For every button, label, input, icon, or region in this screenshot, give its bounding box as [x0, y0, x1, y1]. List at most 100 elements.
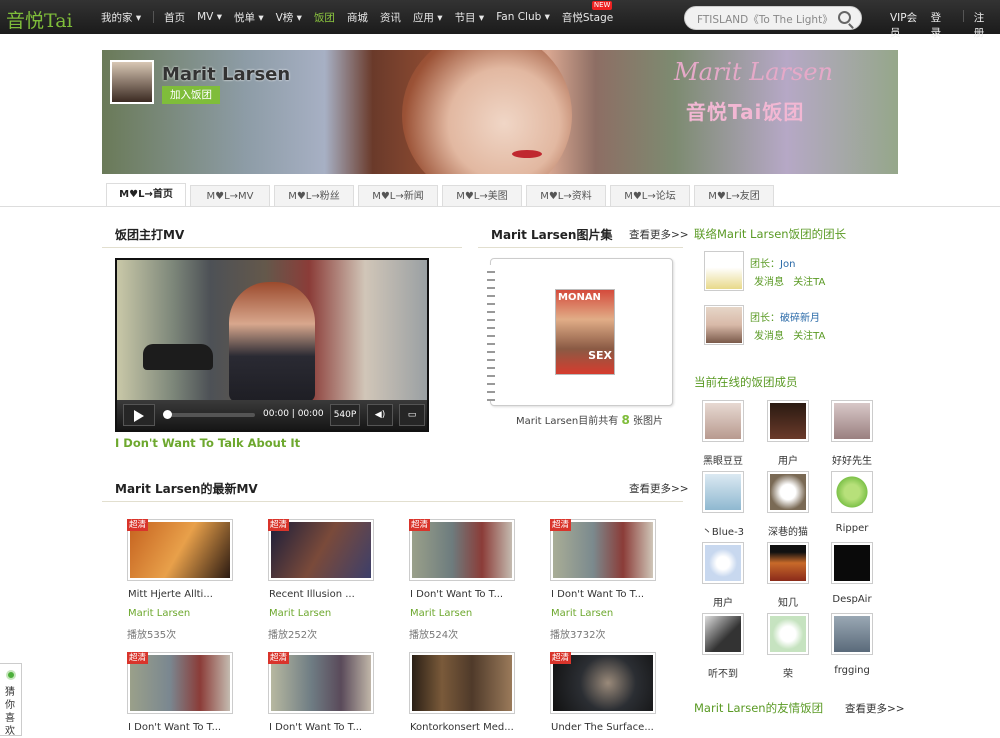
- guess-you-like-tab[interactable]: 猜你喜欢: [0, 663, 22, 737]
- mv-artist[interactable]: Marit Larsen: [269, 608, 331, 619]
- fullscreen-button[interactable]: ▭: [399, 404, 425, 426]
- nav-my-home[interactable]: 我的家 ▾: [101, 10, 141, 25]
- play-button[interactable]: [123, 404, 155, 426]
- member-card[interactable]: 听不到: [693, 613, 753, 680]
- member-avatar[interactable]: [702, 471, 744, 513]
- video-player[interactable]: 00:00 | 00:00 540P ◀) ▭: [115, 258, 429, 432]
- volume-button[interactable]: ◀): [367, 404, 393, 426]
- member-avatar[interactable]: [702, 400, 744, 442]
- nav-vchart[interactable]: V榜 ▾: [276, 10, 302, 25]
- search-box[interactable]: FTISLAND《To The Light》: [684, 6, 862, 30]
- mv-artist[interactable]: Marit Larsen: [410, 608, 472, 619]
- member-name[interactable]: 听不到: [693, 665, 753, 680]
- tab-friends[interactable]: M♥L→友团: [694, 185, 774, 207]
- nav-shows[interactable]: 节目 ▾: [455, 10, 485, 25]
- member-avatar[interactable]: [702, 613, 744, 655]
- member-avatar[interactable]: [831, 471, 873, 513]
- follow-link[interactable]: 关注TA: [793, 331, 825, 342]
- nav-mv[interactable]: MV ▾: [197, 11, 222, 23]
- mv-name[interactable]: Recent Illusion ...: [269, 589, 355, 600]
- mv-name[interactable]: I Don't Want To T...: [128, 722, 221, 733]
- register-link[interactable]: 注册: [974, 10, 992, 40]
- nav-playlist[interactable]: 悦单 ▾: [234, 10, 264, 25]
- leader-avatar[interactable]: [704, 251, 744, 291]
- mv-name[interactable]: I Don't Want To T...: [551, 589, 644, 600]
- mv-card[interactable]: 超清 I Don't Want To T...: [127, 652, 237, 736]
- member-card[interactable]: 用户: [758, 400, 818, 467]
- member-avatar[interactable]: [831, 613, 873, 655]
- member-name[interactable]: 用户: [693, 594, 753, 609]
- member-name[interactable]: 深巷的猫: [758, 523, 818, 538]
- follow-link[interactable]: 关注TA: [793, 277, 825, 288]
- tab-mv[interactable]: M♥L→MV: [190, 185, 270, 207]
- album-cover[interactable]: MONAN SEX: [555, 289, 615, 375]
- mv-name[interactable]: Mitt Hjerte Allti...: [128, 589, 213, 600]
- quality-button[interactable]: 540P: [330, 404, 360, 426]
- member-name[interactable]: DespAir: [822, 594, 882, 605]
- member-name[interactable]: 用户: [758, 452, 818, 467]
- member-card[interactable]: 荣: [758, 613, 818, 680]
- mv-name[interactable]: I Don't Want To T...: [410, 589, 503, 600]
- gallery-more-link[interactable]: 查看更多>>: [629, 227, 689, 242]
- member-name[interactable]: 知几: [758, 594, 818, 609]
- featured-video-title[interactable]: I Don't Want To Talk About It: [115, 436, 300, 450]
- member-name[interactable]: 好好先生: [822, 452, 882, 467]
- site-logo[interactable]: 音悦Tai: [6, 6, 73, 33]
- seek-slider[interactable]: [163, 410, 255, 419]
- member-card[interactable]: 知几: [758, 542, 818, 609]
- mv-card[interactable]: Kontorkonsert Med...: [409, 652, 519, 736]
- tab-profile[interactable]: M♥L→资料: [526, 185, 606, 207]
- leader-name[interactable]: 团长：Jon: [750, 255, 795, 270]
- member-avatar[interactable]: [767, 613, 809, 655]
- nav-news[interactable]: 资讯: [380, 10, 401, 25]
- nav-shop[interactable]: 商城: [347, 10, 368, 25]
- member-avatar[interactable]: [702, 542, 744, 584]
- member-name[interactable]: Ripper: [822, 523, 882, 534]
- search-input[interactable]: FTISLAND《To The Light》: [697, 12, 833, 27]
- tab-home[interactable]: M♥L→首页: [106, 183, 186, 207]
- nav-stage[interactable]: 音悦Stage NEW: [562, 0, 613, 25]
- friend-groups-more-link[interactable]: 查看更多>>: [845, 701, 905, 716]
- send-message-link[interactable]: 发消息: [754, 277, 784, 288]
- member-avatar[interactable]: [767, 400, 809, 442]
- mv-thumbnail[interactable]: [409, 652, 515, 714]
- vip-link[interactable]: VIP会员: [890, 10, 923, 40]
- tab-fans[interactable]: M♥L→粉丝: [274, 185, 354, 207]
- member-name[interactable]: 黑眼豆豆: [693, 452, 753, 467]
- nav-fan-group[interactable]: 饭团: [314, 10, 335, 25]
- member-card[interactable]: 用户: [693, 542, 753, 609]
- member-avatar[interactable]: [831, 400, 873, 442]
- tab-forum[interactable]: M♥L→论坛: [610, 185, 690, 207]
- leader-avatar[interactable]: [704, 305, 744, 345]
- member-card[interactable]: 深巷的猫: [758, 471, 818, 538]
- member-name[interactable]: frgging: [822, 665, 882, 676]
- mv-card[interactable]: 超清 Under The Surface...: [550, 652, 660, 736]
- artist-avatar[interactable]: [110, 60, 154, 104]
- mv-name[interactable]: I Don't Want To T...: [269, 722, 362, 733]
- mv-name[interactable]: Under The Surface...: [551, 722, 654, 733]
- member-avatar[interactable]: [767, 471, 809, 513]
- send-message-link[interactable]: 发消息: [754, 331, 784, 342]
- leader-name[interactable]: 团长：破碎新月: [750, 309, 820, 324]
- join-group-button[interactable]: 加入饭团: [162, 86, 220, 104]
- mv-card[interactable]: 超清 I Don't Want To T...: [268, 652, 378, 736]
- member-card[interactable]: 好好先生: [822, 400, 882, 467]
- member-card[interactable]: DespAir: [822, 542, 882, 605]
- mv-artist[interactable]: Marit Larsen: [128, 608, 190, 619]
- tab-news[interactable]: M♥L→新闻: [358, 185, 438, 207]
- search-icon[interactable]: [838, 11, 851, 24]
- nav-fan-club[interactable]: Fan Club ▾: [496, 11, 550, 23]
- member-name[interactable]: 丶Blue-3: [693, 523, 753, 538]
- mv-artist[interactable]: Marit Larsen: [551, 608, 613, 619]
- photo-album[interactable]: MONAN SEX: [487, 258, 673, 406]
- member-card[interactable]: 黑眼豆豆: [693, 400, 753, 467]
- seek-handle[interactable]: [163, 410, 172, 419]
- member-avatar[interactable]: [767, 542, 809, 584]
- member-card[interactable]: Ripper: [822, 471, 882, 534]
- member-name[interactable]: 荣: [758, 665, 818, 680]
- latest-more-link[interactable]: 查看更多>>: [629, 481, 689, 496]
- tab-photos[interactable]: M♥L→美图: [442, 185, 522, 207]
- member-card[interactable]: frgging: [822, 613, 882, 676]
- nav-apps[interactable]: 应用 ▾: [413, 10, 443, 25]
- mv-name[interactable]: Kontorkonsert Med...: [410, 722, 514, 733]
